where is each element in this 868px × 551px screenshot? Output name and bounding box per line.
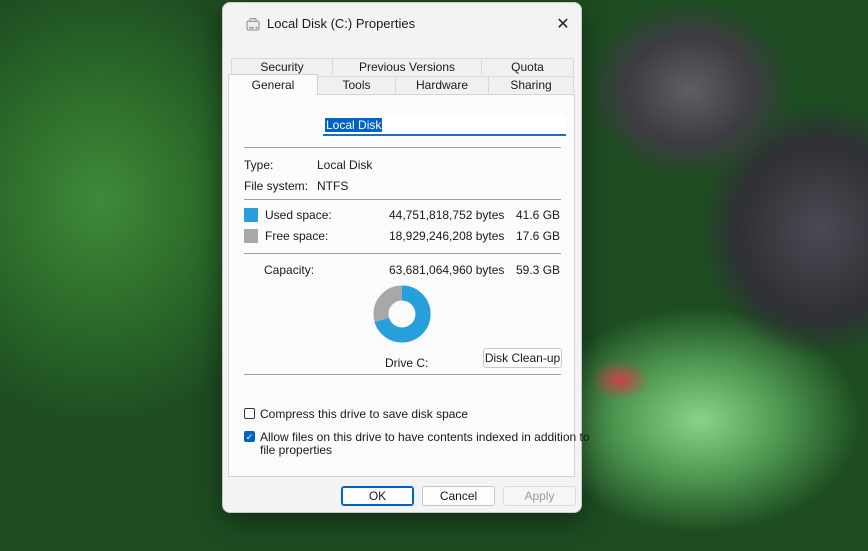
free-space-label: Free space: xyxy=(265,229,329,243)
divider xyxy=(244,374,561,375)
tab-quota[interactable]: Quota xyxy=(481,58,574,75)
used-space-swatch xyxy=(244,208,258,222)
general-panel: Local Disk Type: Local Disk File system:… xyxy=(228,94,590,477)
tab-label: Quota xyxy=(511,60,544,74)
tab-label: General xyxy=(251,78,295,92)
tab-hardware[interactable]: Hardware xyxy=(395,76,489,93)
divider xyxy=(244,253,561,254)
window-title: Local Disk (C:) Properties xyxy=(267,16,416,31)
used-space-size: 41.6 GB xyxy=(516,208,561,222)
index-label-line1[interactable]: Allow files on this drive to have conten… xyxy=(260,430,590,444)
tab-previous-versions[interactable]: Previous Versions xyxy=(332,58,482,75)
cancel-label: Cancel xyxy=(439,489,478,503)
tab-security[interactable]: Security xyxy=(231,58,333,75)
index-checkbox[interactable]: ✓ xyxy=(244,431,255,442)
ok-button[interactable]: OK xyxy=(341,486,414,506)
cancel-button[interactable]: Cancel xyxy=(422,486,495,506)
free-space-swatch xyxy=(244,229,258,243)
capacity-label: Capacity: xyxy=(264,263,315,277)
tab-general[interactable]: General xyxy=(228,74,318,95)
drive-name-value: Local Disk xyxy=(325,118,383,132)
free-space-bytes: 18,929,246,208 bytes xyxy=(389,229,505,243)
divider xyxy=(244,199,561,200)
divider xyxy=(244,147,561,148)
capacity-size: 59.3 GB xyxy=(516,263,561,277)
tab-label: Security xyxy=(260,60,304,74)
apply-button[interactable]: Apply xyxy=(503,486,576,506)
compress-label[interactable]: Compress this drive to save disk space xyxy=(260,407,468,421)
file-system-value: NTFS xyxy=(317,179,349,193)
tab-label: Tools xyxy=(342,78,371,92)
close-icon: ✕ xyxy=(556,16,570,33)
type-value: Local Disk xyxy=(317,158,373,172)
disk-cleanup-button[interactable]: Disk Clean-up xyxy=(483,348,562,368)
disk-usage-donut xyxy=(373,285,431,343)
drive-name-input[interactable]: Local Disk xyxy=(323,115,566,136)
ok-label: OK xyxy=(368,489,387,503)
capacity-bytes: 63,681,064,960 bytes xyxy=(389,263,505,277)
free-space-size: 17.6 GB xyxy=(516,229,561,243)
tab-label: Hardware xyxy=(415,78,469,92)
close-button[interactable]: ✕ xyxy=(551,11,575,37)
file-system-label: File system: xyxy=(244,179,309,193)
properties-dialog: Local Disk (C:) Properties ✕ Security Pr… xyxy=(222,2,590,513)
tab-tools[interactable]: Tools xyxy=(317,76,396,93)
tab-label: Previous Versions xyxy=(358,60,456,74)
type-label: Type: xyxy=(244,158,274,172)
tab-label: Sharing xyxy=(510,78,552,92)
index-label-line2[interactable]: file properties xyxy=(260,443,332,457)
used-space-label: Used space: xyxy=(265,208,332,222)
used-space-bytes: 44,751,818,752 bytes xyxy=(389,208,505,222)
tab-sharing[interactable]: Sharing xyxy=(488,76,574,93)
apply-label: Apply xyxy=(524,489,555,503)
disk-cleanup-label: Disk Clean-up xyxy=(484,351,561,365)
title-bar[interactable]: Local Disk (C:) Properties ✕ xyxy=(223,3,581,45)
drive-caption: Drive C: xyxy=(385,356,429,370)
drive-icon xyxy=(245,17,261,33)
compress-checkbox[interactable] xyxy=(244,408,255,419)
